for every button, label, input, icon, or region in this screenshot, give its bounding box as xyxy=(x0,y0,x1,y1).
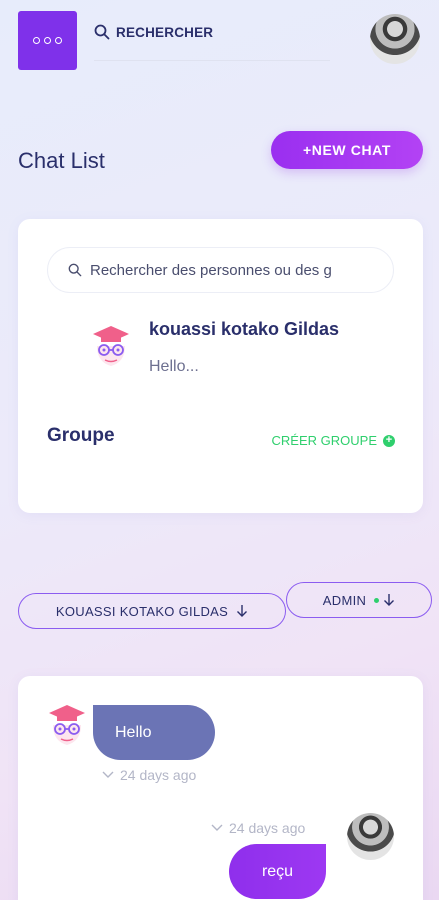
contact-last-message: Hello... xyxy=(149,358,199,375)
more-dots-icon-dot xyxy=(55,37,62,44)
outgoing-message-bubble[interactable]: reçu xyxy=(229,844,326,899)
chevron-down-icon xyxy=(211,824,223,831)
plus-circle-icon: + xyxy=(383,434,395,447)
contact-name: kouassi kotako Gildas xyxy=(149,319,340,339)
user-avatar[interactable] xyxy=(370,14,420,64)
contact-search-input[interactable] xyxy=(90,261,380,279)
page-title: Chat List xyxy=(18,148,105,173)
graduate-avatar-icon xyxy=(49,705,85,745)
contact-search[interactable] xyxy=(47,247,394,293)
arrow-down-icon xyxy=(384,594,395,606)
search-icon xyxy=(68,263,82,277)
incoming-message-time: 24 days ago xyxy=(120,767,197,783)
chevron-down-icon xyxy=(102,771,114,778)
incoming-message-meta: 24 days ago xyxy=(102,767,196,783)
arrow-down-icon xyxy=(237,605,248,617)
admin-filter-label: ADMIN xyxy=(322,592,367,608)
create-group-button[interactable]: CRÉER GROUPE + xyxy=(272,433,395,448)
admin-filter-pill[interactable]: ADMIN xyxy=(286,582,432,618)
graduate-avatar-icon xyxy=(93,326,129,366)
more-dots-icon xyxy=(33,37,40,44)
outgoing-message-time: 24 days ago xyxy=(229,820,306,836)
top-search-underline xyxy=(94,60,330,61)
menu-button[interactable] xyxy=(18,11,77,70)
sender-avatar xyxy=(347,813,394,860)
online-status-dot xyxy=(374,597,380,603)
user-filter-label: KOUASSI KOTAKO GILDAS xyxy=(55,603,229,619)
user-filter-pill[interactable]: KOUASSI KOTAKO GILDAS xyxy=(18,593,286,629)
conversation-card: Hello 24 days ago 24 days ago reçu xyxy=(18,676,423,900)
contacts-card: kouassi kotako Gildas Hello... Groupe CR… xyxy=(18,219,423,513)
create-group-label: CRÉER GROUPE xyxy=(271,433,377,448)
incoming-message-bubble[interactable]: Hello xyxy=(93,705,215,760)
search-icon xyxy=(94,24,110,40)
more-dots-icon-dot xyxy=(44,37,51,44)
top-search[interactable]: RECHERCHER xyxy=(94,24,213,40)
outgoing-message-meta: 24 days ago xyxy=(211,820,305,836)
new-chat-button[interactable]: +NEW CHAT xyxy=(271,131,423,169)
top-search-label: RECHERCHER xyxy=(116,24,214,40)
group-section-title: Groupe xyxy=(47,425,115,446)
